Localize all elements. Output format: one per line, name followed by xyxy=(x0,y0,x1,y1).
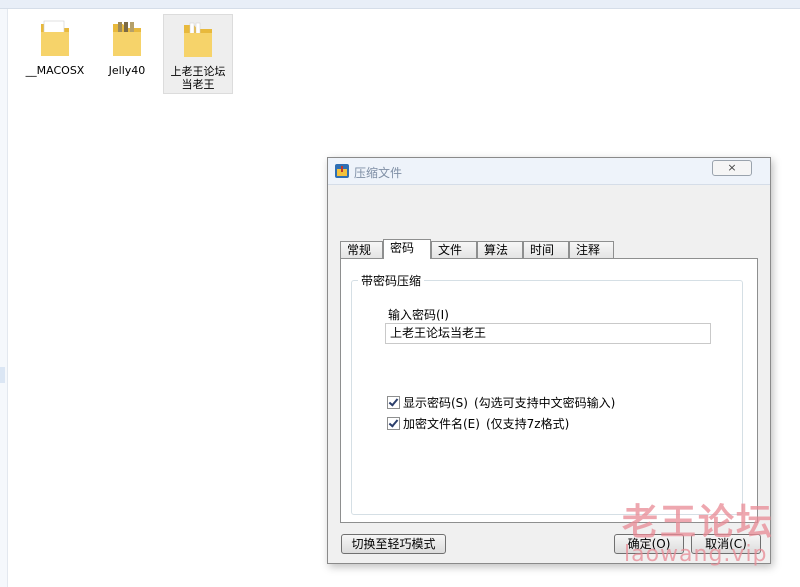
close-button[interactable]: × xyxy=(712,160,752,176)
cancel-button[interactable]: 取消(C) xyxy=(691,534,761,554)
password-panel: 带密码压缩 输入密码(I) 上老王论坛当老王 显示密码(S) (勾选可支持中文密码… xyxy=(340,258,758,523)
password-input[interactable]: 上老王论坛当老王 xyxy=(385,323,711,344)
folder-label: Jelly40 xyxy=(108,64,146,77)
folder-label: __MACOSX xyxy=(25,64,85,77)
show-password-row[interactable]: 显示密码(S) (勾选可支持中文密码输入) xyxy=(387,396,615,412)
switch-mode-button[interactable]: 切换至轻巧模式 xyxy=(341,534,446,554)
navigation-pane-marker xyxy=(0,367,5,383)
navigation-pane xyxy=(0,9,8,587)
password-label: 输入密码(I) xyxy=(388,308,449,322)
folder-jelly40[interactable]: Jelly40 xyxy=(92,14,162,80)
show-password-checkbox[interactable] xyxy=(387,396,400,409)
tab-comment[interactable]: 注释 xyxy=(569,241,614,258)
tab-algorithm[interactable]: 算法 xyxy=(477,241,523,258)
tab-files[interactable]: 文件 xyxy=(431,241,477,258)
ok-button[interactable]: 确定(O) xyxy=(614,534,684,554)
show-password-label: 显示密码(S) xyxy=(403,396,468,410)
archive-app-icon xyxy=(335,164,349,178)
group-label: 带密码压缩 xyxy=(358,272,425,289)
tab-time[interactable]: 时间 xyxy=(523,241,569,258)
tab-general[interactable]: 常规 xyxy=(340,241,383,258)
encrypt-names-row[interactable]: 加密文件名(E) (仅支持7z格式) xyxy=(387,417,569,433)
show-password-hint: (勾选可支持中文密码输入) xyxy=(473,396,616,410)
compress-dialog: 压缩文件 × 常规 密码 文件 算法 时间 注释 带密码压缩 输入密码(I) 上… xyxy=(327,157,771,564)
folder-macosx[interactable]: __MACOSX xyxy=(20,14,90,80)
encrypt-names-checkbox[interactable] xyxy=(387,417,400,430)
folder-label: 上老王论坛 当老王 xyxy=(170,65,226,91)
folder-icon xyxy=(184,22,212,57)
encrypt-names-label: 加密文件名(E) xyxy=(403,417,480,431)
folder-icon xyxy=(41,20,69,56)
dialog-title: 压缩文件 xyxy=(354,166,403,180)
dialog-titlebar[interactable]: 压缩文件 × xyxy=(328,158,770,185)
folder-laowang[interactable]: 上老王论坛 当老王 xyxy=(163,14,233,94)
tab-password[interactable]: 密码 xyxy=(383,239,431,259)
encrypt-names-hint: (仅支持7z格式) xyxy=(485,417,570,431)
folder-icon xyxy=(113,22,141,56)
window-top-bar xyxy=(0,0,800,9)
